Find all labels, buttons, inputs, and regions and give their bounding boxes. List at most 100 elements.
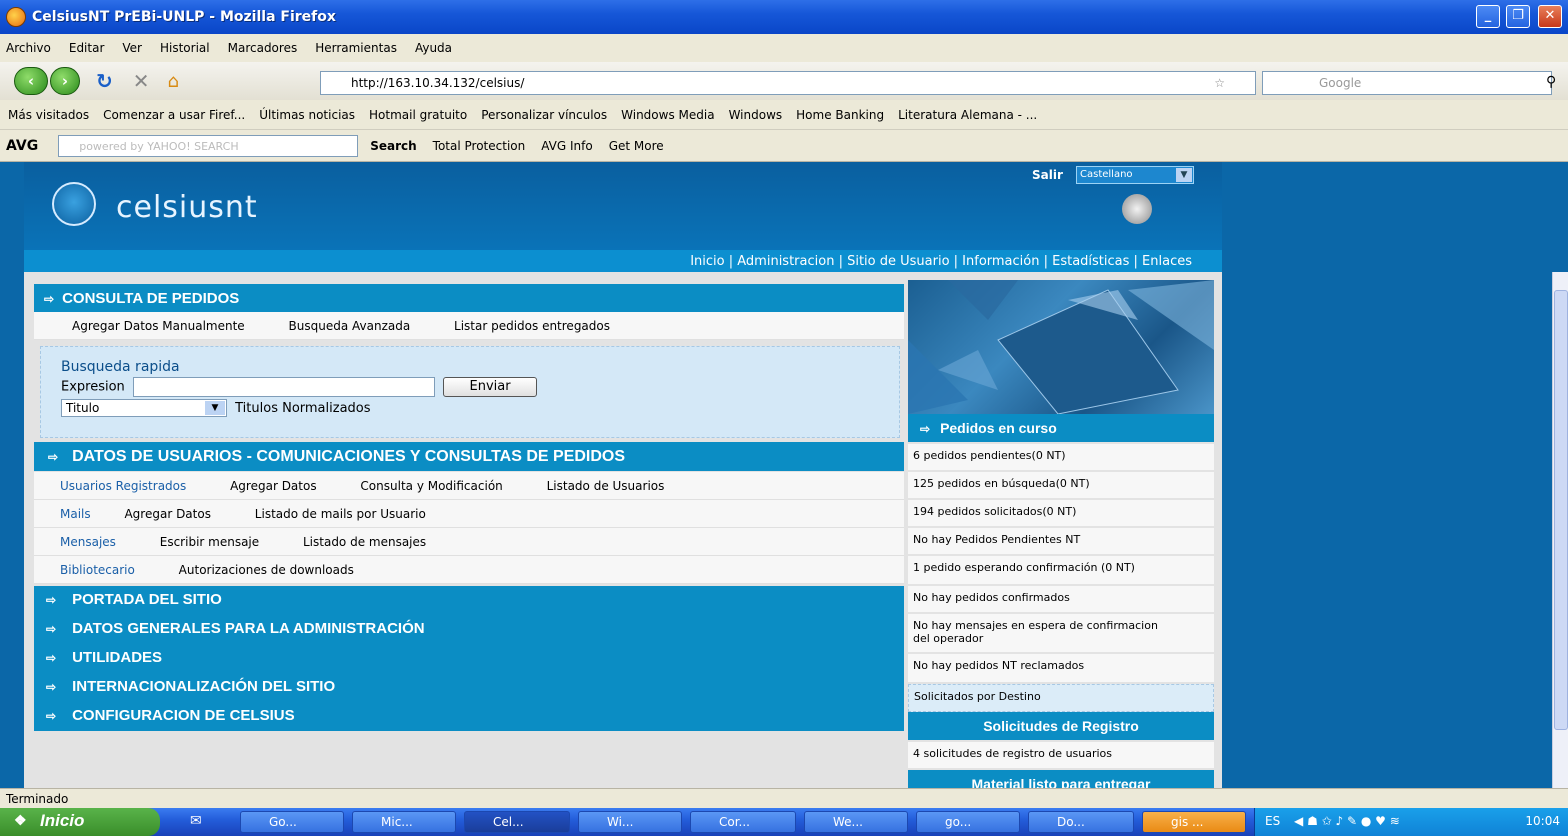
search-field-select[interactable]: Titulo ▼ (61, 399, 227, 417)
reload-icon[interactable]: ↻ (96, 69, 113, 93)
close-button[interactable]: ✕ (1538, 5, 1562, 28)
autorizaciones-downloads-link[interactable]: Autorizaciones de downloads (179, 563, 354, 577)
listar-pedidos-entregados-link[interactable]: Listar pedidos entregados (454, 319, 610, 333)
listado-mails-link[interactable]: Listado de mails por Usuario (255, 507, 426, 521)
listado-mensajes-link[interactable]: Listado de mensajes (303, 535, 426, 549)
pedidos-header[interactable]: ⇨ Pedidos en curso (908, 414, 1214, 442)
bookmark-literatura[interactable]: Literatura Alemana - ... (898, 108, 1037, 122)
pedido-item[interactable]: No hay pedidos confirmados (908, 586, 1214, 614)
pedido-item[interactable]: 1 pedido esperando confirmación (0 NT) (908, 556, 1214, 586)
bookmark-personalizar[interactable]: Personalizar vínculos (481, 108, 607, 122)
pedido-item[interactable]: No hay Pedidos Pendientes NT (908, 528, 1214, 556)
language-select[interactable]: Castellano ▼ (1076, 166, 1194, 184)
start-button[interactable]: ❖ Inicio (0, 808, 160, 836)
portada-menu[interactable]: ⇨ PORTADA DEL SITIO (34, 586, 904, 615)
busqueda-avanzada-link[interactable]: Busqueda Avanzada (289, 319, 411, 333)
maximize-button[interactable]: ❐ (1506, 5, 1530, 28)
taskbar-button[interactable]: Go... (240, 811, 344, 833)
pedido-item[interactable]: 6 pedidos pendientes(0 NT) (908, 444, 1214, 472)
taskbar-button[interactable]: Mic... (352, 811, 456, 833)
listado-usuarios-link[interactable]: Listado de Usuarios (547, 479, 665, 493)
taskbar-button[interactable]: Wi... (578, 811, 682, 833)
solicitados-destino-item[interactable]: Solicitados por Destino (908, 684, 1214, 712)
top-navigation-links[interactable]: Inicio | Administracion | Sitio de Usuar… (690, 254, 1192, 269)
agregar-datos-mail-link[interactable]: Agregar Datos (124, 507, 211, 521)
taskbar-button[interactable]: gis ... (1142, 811, 1246, 833)
solicitudes-header[interactable]: Solicitudes de Registro (908, 712, 1214, 740)
total-protection-button[interactable]: Total Protection (433, 139, 526, 153)
home-icon[interactable]: ⌂ (168, 71, 179, 92)
language-indicator[interactable]: ES (1265, 814, 1280, 828)
quicklaunch-icon[interactable]: ✉ (190, 813, 202, 829)
taskbar-button[interactable]: Do... (1028, 811, 1134, 833)
configuracion-label: CONFIGURACION DE CELSIUS (72, 707, 295, 724)
menu-ayuda[interactable]: Ayuda (415, 41, 452, 55)
menu-historial[interactable]: Historial (160, 41, 210, 55)
taskbar: ❖ Inicio ✉ Go... Mic... Cel... Wi... Cor… (0, 808, 1568, 836)
bookmark-ultimas-noticias[interactable]: Últimas noticias (259, 108, 355, 122)
navigation-toolbar: ‹ › ↻ ✕ ⌂ http://163.10.34.132/celsius/ … (0, 62, 1568, 100)
menu-herramientas[interactable]: Herramientas (315, 41, 397, 55)
mails-link[interactable]: Mails (60, 507, 91, 521)
pedido-item[interactable]: 125 pedidos en búsqueda(0 NT) (908, 472, 1214, 500)
usuarios-registrados-link[interactable]: Usuarios Registrados (60, 479, 186, 493)
minimize-button[interactable]: _ (1476, 5, 1500, 28)
internacionalizacion-menu[interactable]: ⇨ INTERNACIONALIZACIÓN DEL SITIO (34, 673, 904, 702)
url-bar[interactable]: http://163.10.34.132/celsius/ ☆ (320, 71, 1256, 95)
taskbar-button[interactable]: Cor... (690, 811, 796, 833)
bookmark-home-banking[interactable]: Home Banking (796, 108, 884, 122)
bookmark-mas-visitados[interactable]: Más visitados (8, 108, 89, 122)
search-input[interactable]: Google (1262, 71, 1552, 95)
menu-editar[interactable]: Editar (69, 41, 105, 55)
taskbar-button[interactable]: go... (916, 811, 1020, 833)
material-header[interactable]: Material listo para entregar (908, 770, 1214, 788)
mensajes-link[interactable]: Mensajes (60, 535, 116, 549)
arrow-right-icon: ⇨ (46, 709, 57, 723)
mails-row: Mails Agregar Datos Listado de mails por… (34, 500, 904, 528)
stop-icon[interactable]: ✕ (133, 69, 150, 93)
taskbar-button[interactable]: Cel... (464, 811, 570, 833)
forward-icon[interactable]: › (50, 67, 80, 95)
vertical-scrollbar[interactable] (1552, 272, 1568, 788)
avg-logo[interactable]: AVG (6, 138, 38, 154)
site-header: celsiusnt Salir Castellano ▼ (24, 162, 1222, 250)
avg-search-button[interactable]: Search (370, 139, 416, 153)
agregar-datos-usuario-link[interactable]: Agregar Datos (230, 479, 317, 493)
scrollbar-thumb[interactable] (1554, 290, 1568, 730)
top-navigation[interactable]: Inicio | Administracion | Sitio de Usuar… (24, 250, 1222, 272)
consulta-header[interactable]: ⇨ CONSULTA DE PEDIDOS (34, 284, 904, 312)
quick-search-panel: Busqueda rapida Expresion Enviar Titulo ▼… (40, 346, 900, 438)
clock: 10:04 (1525, 814, 1560, 828)
tray-icons[interactable]: ◀ ☗ ✩ ♪ ✎ ● ♥ ≋ (1294, 814, 1400, 828)
bookmark-windows[interactable]: Windows (729, 108, 783, 122)
avg-info-button[interactable]: AVG Info (541, 139, 592, 153)
pedido-item[interactable]: No hay mensajes en espera de confirmacio… (908, 614, 1214, 654)
titulos-normalizados-link[interactable]: Titulos Normalizados (235, 401, 370, 416)
datos-generales-menu[interactable]: ⇨ DATOS GENERALES PARA LA ADMINISTRACIÓN (34, 615, 904, 644)
pedido-item[interactable]: 194 pedidos solicitados(0 NT) (908, 500, 1214, 528)
menu-marcadores[interactable]: Marcadores (228, 41, 298, 55)
back-icon[interactable]: ‹ (14, 67, 48, 95)
solicitud-item[interactable]: 4 solicitudes de registro de usuarios (908, 742, 1214, 770)
star-icon[interactable]: ☆ (1214, 76, 1225, 90)
taskbar-button[interactable]: We... (804, 811, 908, 833)
consulta-modificacion-link[interactable]: Consulta y Modificación (360, 479, 502, 493)
bookmark-comenzar[interactable]: Comenzar a usar Firef... (103, 108, 245, 122)
bookmark-windows-media[interactable]: Windows Media (621, 108, 714, 122)
menu-ver[interactable]: Ver (122, 41, 142, 55)
pedido-item[interactable]: No hay pedidos NT reclamados (908, 654, 1214, 684)
get-more-button[interactable]: Get More (609, 139, 664, 153)
configuracion-menu[interactable]: ⇨ CONFIGURACION DE CELSIUS (34, 702, 904, 731)
enviar-button[interactable]: Enviar (443, 377, 538, 397)
bookmark-hotmail[interactable]: Hotmail gratuito (369, 108, 467, 122)
escribir-mensaje-link[interactable]: Escribir mensaje (160, 535, 259, 549)
datos-header[interactable]: ⇨ DATOS DE USUARIOS - COMUNICACIONES Y CO… (34, 442, 904, 471)
utilidades-menu[interactable]: ⇨ UTILIDADES (34, 644, 904, 673)
search-icon[interactable]: ⚲ (1546, 74, 1556, 90)
bibliotecario-link[interactable]: Bibliotecario (60, 563, 135, 577)
expression-input[interactable] (132, 377, 435, 397)
yahoo-search-input[interactable]: powered by YAHOO! SEARCH (58, 134, 359, 157)
menu-archivo[interactable]: Archivo (6, 41, 51, 55)
agregar-datos-manualmente-link[interactable]: Agregar Datos Manualmente (72, 319, 245, 333)
salir-link[interactable]: Salir (1032, 168, 1063, 182)
